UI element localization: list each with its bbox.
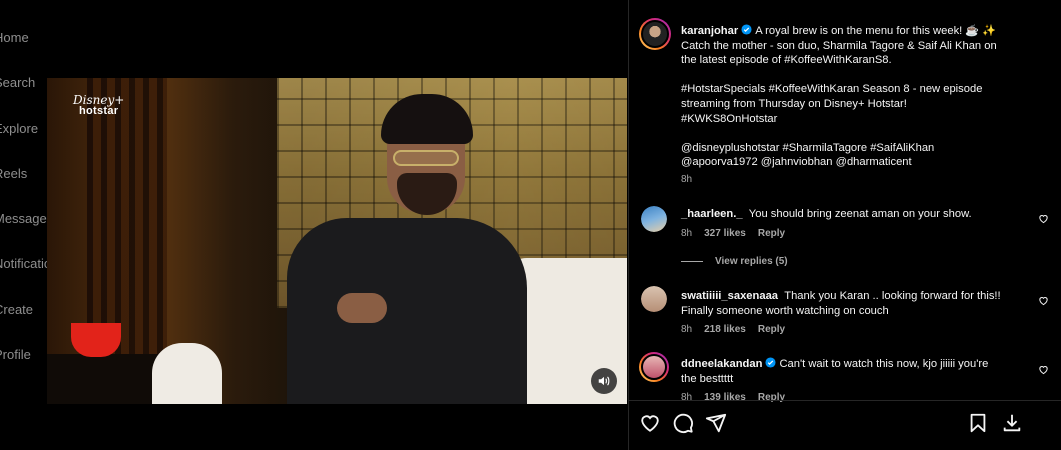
view-replies-button[interactable]: View replies (5) [681, 256, 788, 267]
nav-item-search[interactable]: Search [0, 75, 35, 90]
avatar[interactable] [639, 352, 669, 382]
comment-meta: 8h 218 likes Reply [681, 324, 786, 335]
avatar[interactable] [639, 18, 671, 50]
comment-meta: 8h 327 likes Reply [681, 228, 786, 239]
comment-text: swatiiiii_saxenaaa Thank you Karan .. lo… [681, 290, 1001, 317]
video-person [247, 94, 547, 404]
verified-badge-icon [765, 357, 776, 368]
post-timestamp: 8h [681, 174, 693, 185]
volume-icon[interactable] [591, 368, 617, 394]
share-icon[interactable] [705, 412, 727, 439]
comment-username[interactable]: _haarleen._ [681, 208, 743, 220]
nav-item-explore[interactable]: Explore [0, 121, 38, 136]
comment-username[interactable]: swatiiiii_saxenaaa [681, 290, 778, 302]
comment-like-icon[interactable] [1038, 362, 1049, 380]
comment-username[interactable]: ddneelakandan [681, 358, 762, 370]
comment-text: ddneelakandan Can't wait to watch this no… [681, 357, 989, 385]
avatar[interactable] [641, 286, 667, 312]
nav-item-profile[interactable]: Profile [0, 347, 31, 362]
reply-button[interactable]: Reply [758, 324, 785, 335]
reply-button[interactable]: Reply [758, 228, 785, 239]
post-action-bar [629, 400, 1061, 450]
download-icon[interactable] [1001, 412, 1023, 439]
post-video[interactable]: Disney+ hotstar [47, 78, 627, 404]
comment-like-icon[interactable] [1038, 293, 1049, 311]
post-username[interactable]: karanjohar [681, 25, 738, 37]
nav-item-create[interactable]: Create [0, 302, 33, 317]
comment-like-icon[interactable] [1038, 211, 1049, 229]
heart-icon[interactable] [639, 412, 661, 439]
avatar[interactable] [641, 206, 667, 232]
nav-item-messages[interactable]: Messages [0, 211, 53, 226]
post-details-panel: karanjohar A royal brew is on the menu fo… [628, 0, 1061, 450]
hotstar-logo: Disney+ hotstar [73, 93, 125, 117]
comment-icon[interactable] [672, 412, 694, 439]
post-caption: karanjohar A royal brew is on the menu fo… [681, 24, 997, 169]
nav-item-home[interactable]: Home [0, 30, 29, 45]
video-cup [71, 323, 121, 357]
verified-badge-icon [741, 24, 752, 35]
video-sofa-arm [152, 343, 222, 404]
bookmark-icon[interactable] [967, 412, 989, 439]
nav-item-reels[interactable]: Reels [0, 166, 27, 181]
comment-text: _haarleen._ You should bring zeenat aman… [681, 208, 972, 220]
comment-likes-link[interactable]: 327 likes [704, 228, 746, 239]
video-table [47, 354, 167, 404]
view-replies-line [681, 260, 703, 262]
comment-likes-link[interactable]: 218 likes [704, 324, 746, 335]
